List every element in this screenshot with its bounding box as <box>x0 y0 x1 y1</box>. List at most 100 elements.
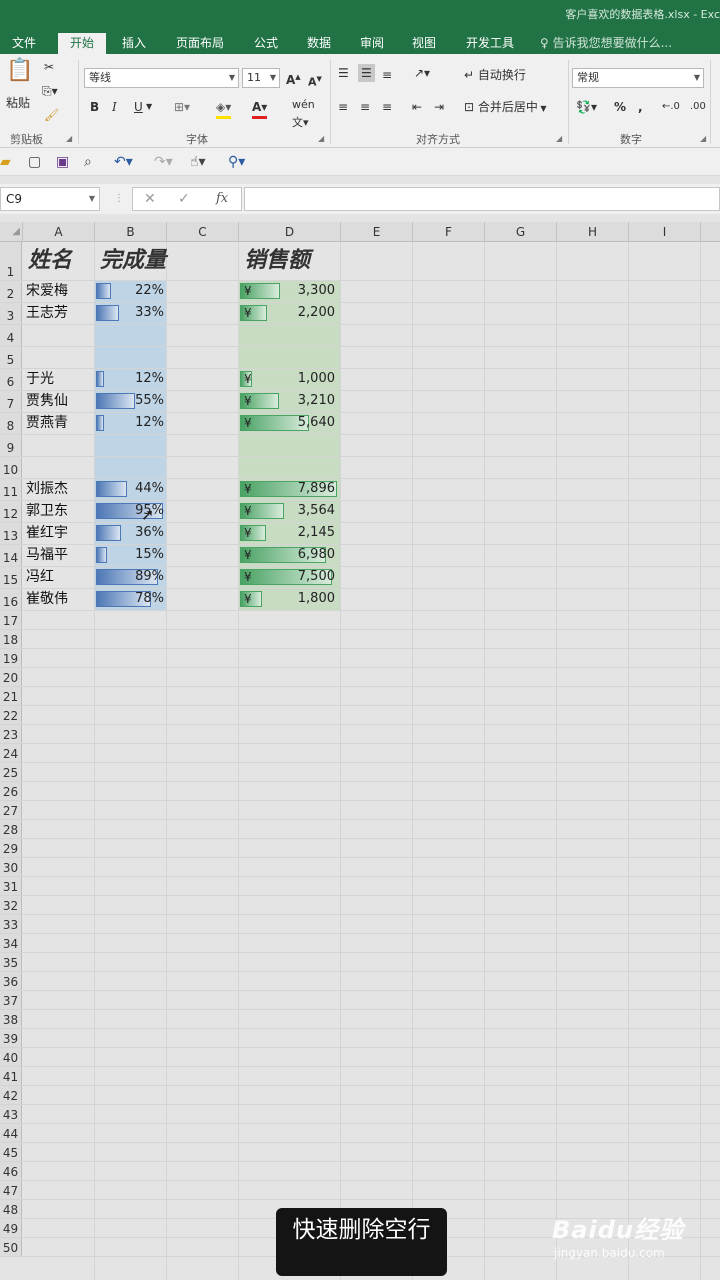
table-row[interactable]: 9 <box>0 435 720 457</box>
row-header[interactable]: 30 <box>0 858 22 876</box>
confirm-icon[interactable]: ✓ <box>178 187 190 211</box>
row-header[interactable]: 3 <box>0 303 22 324</box>
sheet-grid[interactable]: 1 姓名 完成量 销售额 2 宋爱梅 22% ¥3,300 3 王志芳 33% ¥2,200 4 5 6 于光… <box>0 242 720 1280</box>
wrap-text-button[interactable]: ↵ 自动换行 <box>464 66 526 84</box>
column-header-a[interactable]: A <box>23 222 95 242</box>
table-row[interactable]: 47 <box>0 1181 720 1200</box>
row-header[interactable]: 35 <box>0 953 22 971</box>
row-header[interactable]: 31 <box>0 877 22 895</box>
table-row[interactable]: 35 <box>0 953 720 972</box>
tab-data[interactable]: 数据 <box>297 33 341 54</box>
font-color-icon[interactable]: A▾ <box>252 98 268 119</box>
row-header[interactable]: 34 <box>0 934 22 952</box>
row-header[interactable]: 27 <box>0 801 22 819</box>
table-row[interactable]: 39 <box>0 1029 720 1048</box>
row-header[interactable]: 24 <box>0 744 22 762</box>
row-header[interactable]: 33 <box>0 915 22 933</box>
tab-view[interactable]: 视图 <box>402 33 446 54</box>
underline-button[interactable]: U <box>134 98 143 116</box>
row-header[interactable]: 9 <box>0 435 22 456</box>
percent-button[interactable]: % <box>614 98 626 116</box>
cancel-icon[interactable]: ✕ <box>144 187 156 211</box>
table-row[interactable]: 32 <box>0 896 720 915</box>
tab-review[interactable]: 审阅 <box>350 33 394 54</box>
row-header[interactable]: 50 <box>0 1238 22 1256</box>
table-row[interactable]: 33 <box>0 915 720 934</box>
row-header[interactable]: 47 <box>0 1181 22 1199</box>
column-header-i[interactable]: I <box>629 222 701 242</box>
cell-completion[interactable]: 78% <box>96 589 164 609</box>
phonetic-icon[interactable]: wén 文▾ <box>292 96 315 132</box>
tab-insert[interactable]: 插入 <box>112 33 156 54</box>
align-right-icon[interactable]: ≡ <box>382 98 392 116</box>
table-row[interactable]: 40 <box>0 1048 720 1067</box>
table-row[interactable]: 2 宋爱梅 22% ¥3,300 <box>0 281 720 303</box>
table-row[interactable]: 41 <box>0 1067 720 1086</box>
decrease-indent-icon[interactable]: ⇤ <box>412 98 422 116</box>
table-row[interactable]: 19 <box>0 649 720 668</box>
align-center-icon[interactable]: ≡ <box>360 98 370 116</box>
comma-button[interactable]: , <box>638 98 643 116</box>
cell-completion[interactable]: 89% <box>96 567 164 587</box>
table-row[interactable]: 28 <box>0 820 720 839</box>
tab-page-layout[interactable]: 页面布局 <box>168 33 232 54</box>
tab-developer[interactable]: 开发工具 <box>458 33 522 54</box>
align-left-icon[interactable]: ≡ <box>338 98 348 116</box>
column-header-f[interactable]: F <box>413 222 485 242</box>
cell-sales[interactable]: 7,896 <box>240 479 335 499</box>
table-row[interactable]: 46 <box>0 1162 720 1181</box>
fill-color-icon[interactable]: ◈▾ <box>216 98 232 119</box>
row-header[interactable]: 20 <box>0 668 22 686</box>
row-header[interactable]: 22 <box>0 706 22 724</box>
table-row[interactable]: 18 <box>0 630 720 649</box>
table-row[interactable]: 26 <box>0 782 720 801</box>
format-painter-icon[interactable]: 🖌 <box>44 106 59 124</box>
table-row[interactable]: 31 <box>0 877 720 896</box>
italic-button[interactable]: I <box>112 98 117 116</box>
row-header[interactable]: 36 <box>0 972 22 990</box>
cell-sales[interactable]: 2,145 <box>240 523 335 543</box>
font-name-select[interactable]: 等线 ▼ <box>84 68 239 88</box>
table-row[interactable]: 20 <box>0 668 720 687</box>
row-header[interactable]: 17 <box>0 611 22 629</box>
table-row[interactable]: 42 <box>0 1086 720 1105</box>
row-header[interactable]: 18 <box>0 630 22 648</box>
tab-formulas[interactable]: 公式 <box>244 33 288 54</box>
row-header[interactable]: 44 <box>0 1124 22 1142</box>
cell-completion[interactable]: 44% <box>96 479 164 499</box>
accounting-icon[interactable]: 💱▾ <box>576 98 597 116</box>
increase-decimal-icon[interactable]: ←.0 <box>662 98 680 116</box>
open-folder-icon[interactable]: ▰ <box>0 153 11 171</box>
column-header-d[interactable]: D <box>239 222 341 242</box>
merge-center-button[interactable]: ⊡ 合并后居中 ▼ <box>464 98 547 118</box>
table-row[interactable]: 11 刘振杰 44% ¥7,896 <box>0 479 720 501</box>
paste-icon[interactable]: 📋 <box>6 60 33 82</box>
cell-completion[interactable]: 12% <box>96 369 164 389</box>
decrease-decimal-icon[interactable]: .00 <box>690 98 706 116</box>
cell-sales[interactable]: 3,564 <box>240 501 335 521</box>
name-box[interactable]: C9 ▼ <box>0 187 100 211</box>
increase-indent-icon[interactable]: ⇥ <box>434 98 444 116</box>
table-row[interactable]: 3 王志芳 33% ¥2,200 <box>0 303 720 325</box>
save-icon[interactable]: ▣ <box>56 153 69 171</box>
table-row[interactable]: 30 <box>0 858 720 877</box>
row-header[interactable]: 49 <box>0 1219 22 1237</box>
table-row[interactable]: 14 马福平 15% ¥6,980 <box>0 545 720 567</box>
table-row[interactable]: 12 郭卫东 95% ¥3,564 <box>0 501 720 523</box>
align-bottom-icon[interactable]: ≡ <box>382 66 392 84</box>
row-header[interactable]: 38 <box>0 1010 22 1028</box>
copy-icon[interactable]: ⎘▾ <box>42 82 58 100</box>
table-row[interactable]: 8 贾燕青 12% ¥5,640 <box>0 413 720 435</box>
cell-name[interactable]: 郭卫东 <box>26 501 68 521</box>
table-row[interactable]: 4 <box>0 325 720 347</box>
undo-icon[interactable]: ↶▾ <box>114 153 133 171</box>
table-row[interactable]: 22 <box>0 706 720 725</box>
table-row[interactable]: 38 <box>0 1010 720 1029</box>
insert-function-button[interactable]: fx <box>216 187 228 211</box>
row-header[interactable]: 10 <box>0 457 22 478</box>
row-header[interactable]: 39 <box>0 1029 22 1047</box>
cell-name[interactable]: 贾燕青 <box>26 413 68 433</box>
cell-completion[interactable]: 55% <box>96 391 164 411</box>
cell-completion[interactable]: 36% <box>96 523 164 543</box>
column-header-h[interactable]: H <box>557 222 629 242</box>
